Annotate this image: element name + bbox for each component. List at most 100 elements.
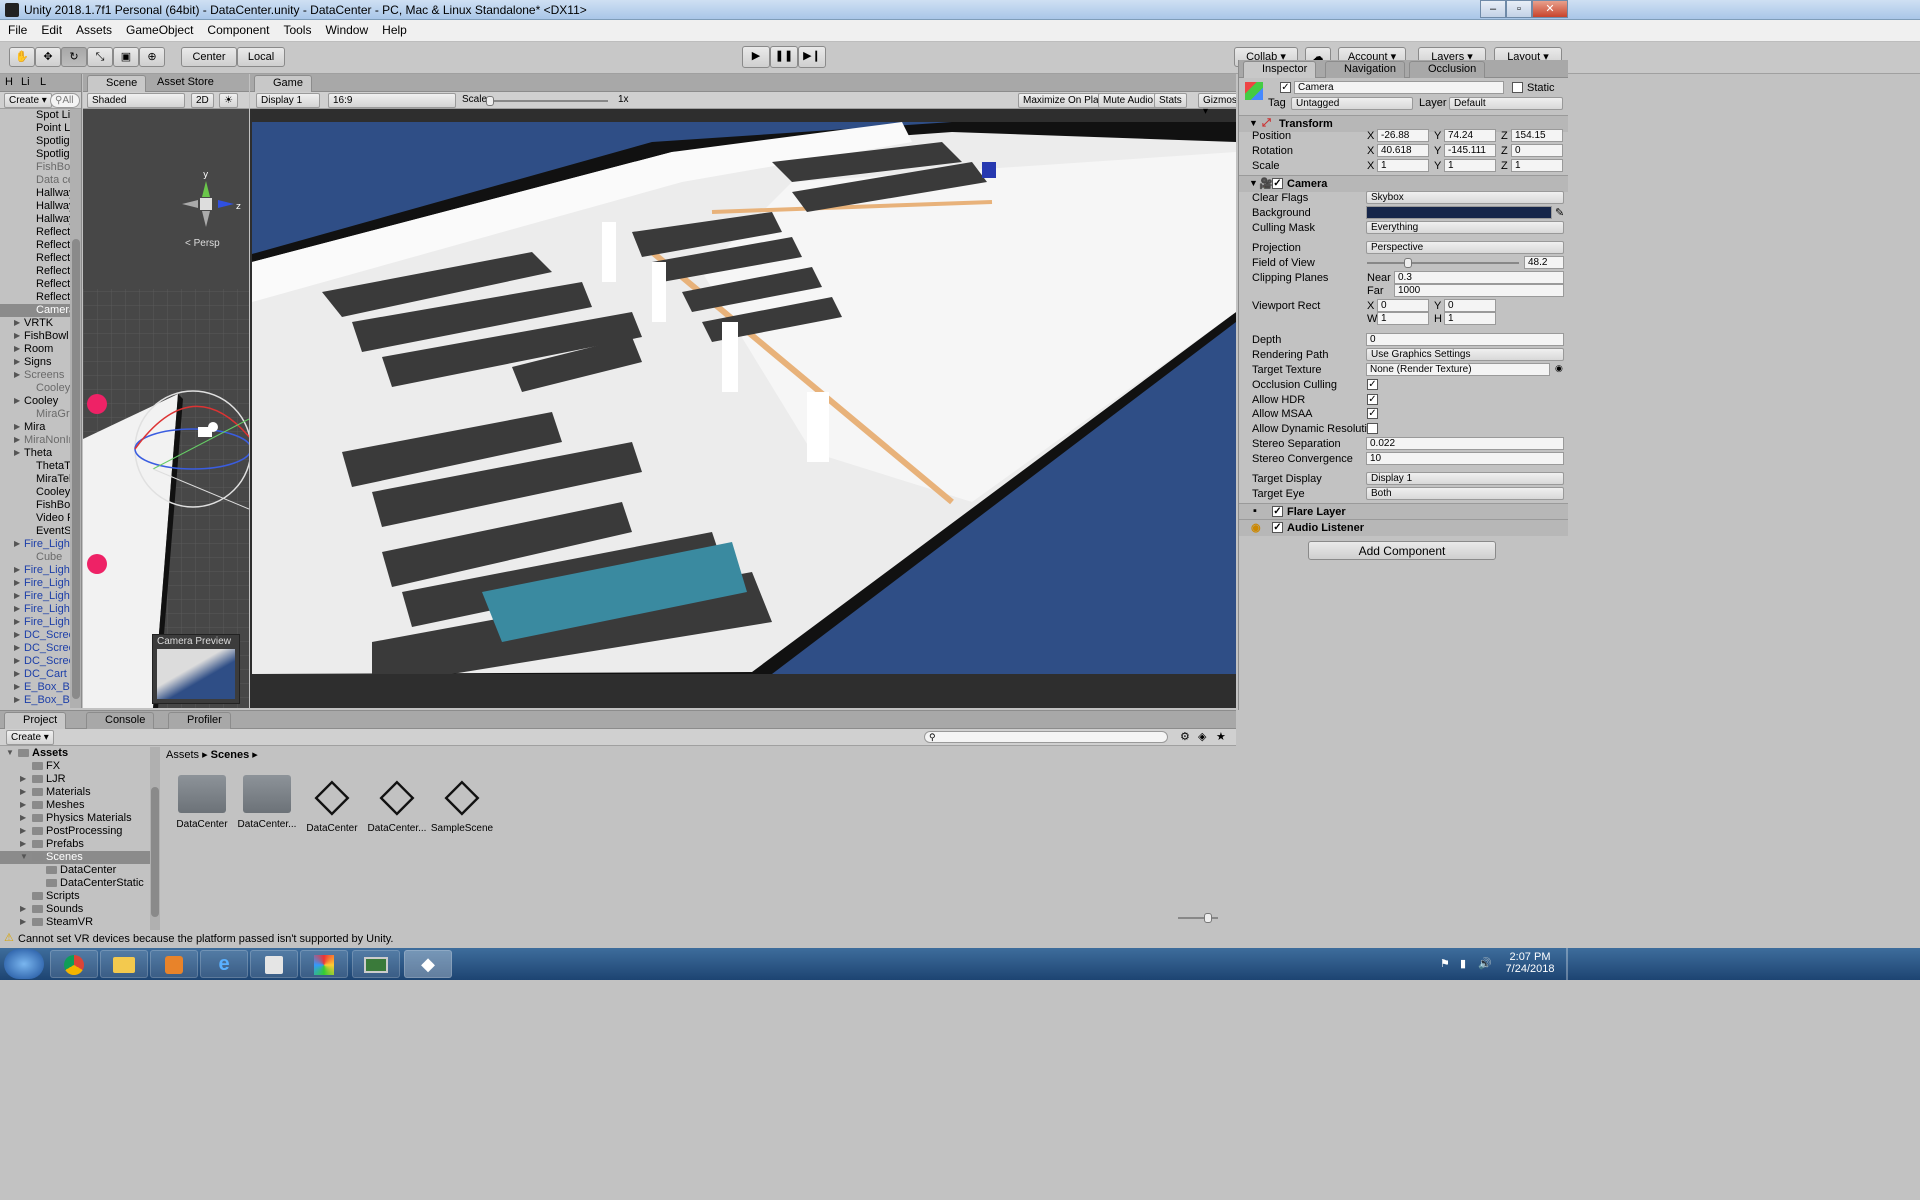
scale-y-field[interactable]: 1	[1444, 159, 1496, 172]
occlusion-culling-checkbox[interactable]: ✓	[1367, 379, 1378, 390]
expand-arrow-icon[interactable]: ▶	[14, 604, 20, 613]
depth-field[interactable]: 0	[1366, 333, 1564, 346]
expand-arrow-icon[interactable]: ▶	[14, 422, 20, 431]
expand-arrow-icon[interactable]: ▶	[14, 591, 20, 600]
tab-profiler[interactable]: Profiler	[168, 712, 231, 729]
folder-tree-item[interactable]: ▶ PostProcessing	[0, 825, 150, 838]
filter-type-icon[interactable]: ⚙	[1180, 730, 1190, 743]
expand-arrow-icon[interactable]: ▶	[20, 904, 26, 913]
close-button[interactable]: ✕	[1532, 0, 1568, 18]
rotation-z-field[interactable]: 0	[1511, 144, 1563, 157]
allow-hdr-checkbox[interactable]: ✓	[1367, 394, 1378, 405]
icon-size-slider[interactable]	[1178, 913, 1218, 923]
scale-slider-thumb[interactable]	[486, 96, 494, 106]
chrome-icon[interactable]	[50, 950, 98, 978]
flare-layer-checkbox[interactable]: ✓	[1272, 506, 1283, 517]
scene-asset[interactable]: ◇ DataCenter...	[365, 767, 429, 834]
hierarchy-scroll-thumb[interactable]	[72, 239, 80, 699]
play-button[interactable]: ▶	[742, 46, 770, 68]
menu-gameobject[interactable]: GameObject	[118, 20, 199, 37]
background-color-field[interactable]	[1366, 206, 1552, 219]
explorer-folder-icon[interactable]	[100, 950, 148, 978]
fov-field[interactable]: 48.2	[1524, 256, 1564, 269]
expand-arrow-icon[interactable]: ▶	[14, 539, 20, 548]
tab-occlusion[interactable]: Occlusion	[1409, 61, 1486, 78]
projection-dropdown[interactable]: Perspective	[1366, 241, 1564, 254]
allow-dynres-checkbox[interactable]	[1367, 423, 1378, 434]
status-bar[interactable]: ⚠ Cannot set VR devices because the plat…	[0, 930, 1236, 948]
rect-tool-button[interactable]: ▣	[113, 47, 139, 67]
folder-tree-item[interactable]: DataCenterStatic	[0, 877, 150, 890]
allow-msaa-checkbox[interactable]: ✓	[1367, 408, 1378, 419]
hand-tool-button[interactable]: ✋	[9, 47, 35, 67]
menu-file[interactable]: File	[0, 20, 33, 37]
expand-arrow-icon[interactable]: ▶	[14, 448, 20, 457]
step-button[interactable]: ▶❙	[798, 46, 826, 68]
expand-arrow-icon[interactable]: ▶	[14, 318, 20, 327]
rotate-tool-button[interactable]: ↻	[61, 47, 87, 67]
position-x-field[interactable]: -26.88	[1377, 129, 1429, 142]
folder-tree-item[interactable]: ▶ Sounds	[0, 903, 150, 916]
menu-tools[interactable]: Tools	[275, 20, 317, 37]
lighting-toggle[interactable]: ☀	[219, 93, 238, 108]
tab-scene[interactable]: Scene	[87, 75, 147, 92]
pivot-center-button[interactable]: Center	[181, 47, 237, 67]
expand-arrow-icon[interactable]: ▶	[14, 630, 20, 639]
folder-tree-item[interactable]: ▶ Physics Materials	[0, 812, 150, 825]
project-tree-scrollbar[interactable]	[150, 747, 160, 931]
slides-icon[interactable]	[250, 950, 298, 978]
expand-arrow-icon[interactable]: ▶	[20, 917, 26, 926]
rendering-path-dropdown[interactable]: Use Graphics Settings	[1366, 348, 1564, 361]
folder-tree-item[interactable]: ▼ Scenes	[0, 851, 150, 864]
folder-tree-item[interactable]: ▶ Prefabs	[0, 838, 150, 851]
folder-tree-item[interactable]: FX	[0, 760, 150, 773]
maximize-on-play-toggle[interactable]: Maximize On Play	[1018, 93, 1109, 108]
object-picker-icon[interactable]: ◉	[1555, 363, 1563, 374]
tray-network-icon[interactable]: ▮	[1460, 957, 1466, 970]
expand-arrow-icon[interactable]: ▶	[20, 826, 26, 835]
expand-arrow-icon[interactable]: ▼	[6, 748, 14, 757]
folder-tree-item[interactable]: Scripts	[0, 890, 150, 903]
folder-tree-item[interactable]: ▶ LJR	[0, 773, 150, 786]
persp-label[interactable]: < Persp	[185, 238, 220, 249]
expand-arrow-icon[interactable]: ▶	[14, 695, 20, 704]
paint-icon[interactable]	[300, 950, 348, 978]
object-name-field[interactable]: Camera	[1294, 81, 1504, 94]
camera-enabled-checkbox[interactable]: ✓	[1272, 178, 1283, 189]
tab-hierarchy[interactable]: H	[5, 76, 13, 88]
project-search-input[interactable]: ⚲	[924, 731, 1168, 743]
folder-tree-item[interactable]: ▼ Assets	[0, 747, 150, 760]
move-tool-button[interactable]: ✥	[35, 47, 61, 67]
menu-assets[interactable]: Assets	[68, 20, 118, 37]
gizmos-dropdown[interactable]: Gizmos ▾	[1198, 93, 1236, 117]
target-texture-field[interactable]: None (Render Texture)	[1366, 363, 1550, 376]
expand-arrow-icon[interactable]: ▶	[20, 774, 26, 783]
far-field[interactable]: 1000	[1394, 284, 1564, 297]
expand-arrow-icon[interactable]: ▶	[14, 578, 20, 587]
expand-arrow-icon[interactable]: ▶	[14, 344, 20, 353]
project-create-dropdown[interactable]: Create ▾	[6, 730, 54, 745]
viewport-x-field[interactable]: 0	[1377, 299, 1429, 312]
add-component-button[interactable]: Add Component	[1308, 541, 1496, 560]
display-dropdown[interactable]: Display 1	[256, 93, 320, 108]
culling-mask-dropdown[interactable]: Everything	[1366, 221, 1564, 234]
tab-game[interactable]: Game	[254, 75, 312, 92]
create-dropdown[interactable]: Create ▾	[4, 93, 52, 108]
scene-asset[interactable]: ◇ DataCenter	[300, 767, 364, 834]
breadcrumb-assets[interactable]: Assets	[166, 749, 199, 761]
media-player-icon[interactable]	[150, 950, 198, 978]
show-desktop-button[interactable]	[1566, 948, 1568, 980]
scale-tool-button[interactable]: ⤡	[87, 47, 113, 67]
space-local-button[interactable]: Local	[237, 47, 285, 67]
game-render[interactable]	[252, 122, 1236, 674]
scale-x-field[interactable]: 1	[1377, 159, 1429, 172]
stereo-sep-field[interactable]: 0.022	[1366, 437, 1564, 450]
folder-asset[interactable]: DataCenter...	[235, 767, 299, 830]
viewport-y-field[interactable]: 0	[1444, 299, 1496, 312]
aspect-dropdown[interactable]: 16:9	[328, 93, 456, 108]
tray-flag-icon[interactable]: ⚑	[1440, 957, 1450, 970]
near-field[interactable]: 0.3	[1394, 271, 1564, 284]
internet-explorer-icon[interactable]: e	[200, 950, 248, 978]
expand-arrow-icon[interactable]: ▶	[20, 813, 26, 822]
static-checkbox[interactable]	[1512, 82, 1523, 93]
